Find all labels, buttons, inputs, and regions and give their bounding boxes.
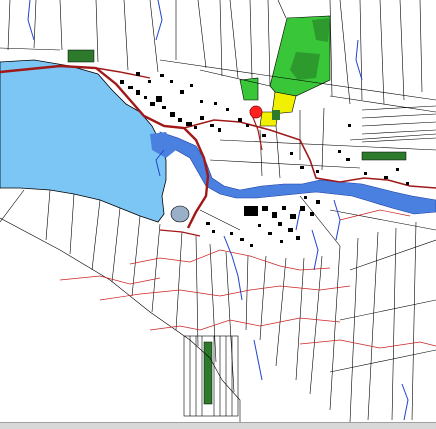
forest-patch-1 bbox=[67, 49, 95, 63]
location-marker[interactable] bbox=[249, 105, 263, 119]
map-view[interactable] bbox=[0, 0, 436, 429]
pond bbox=[170, 205, 190, 223]
forest-strip-3 bbox=[203, 341, 213, 405]
forest-patch-2 bbox=[361, 151, 407, 161]
map-background bbox=[0, 0, 436, 422]
forest-patch-4 bbox=[272, 110, 280, 120]
map-canvas[interactable] bbox=[0, 0, 436, 422]
